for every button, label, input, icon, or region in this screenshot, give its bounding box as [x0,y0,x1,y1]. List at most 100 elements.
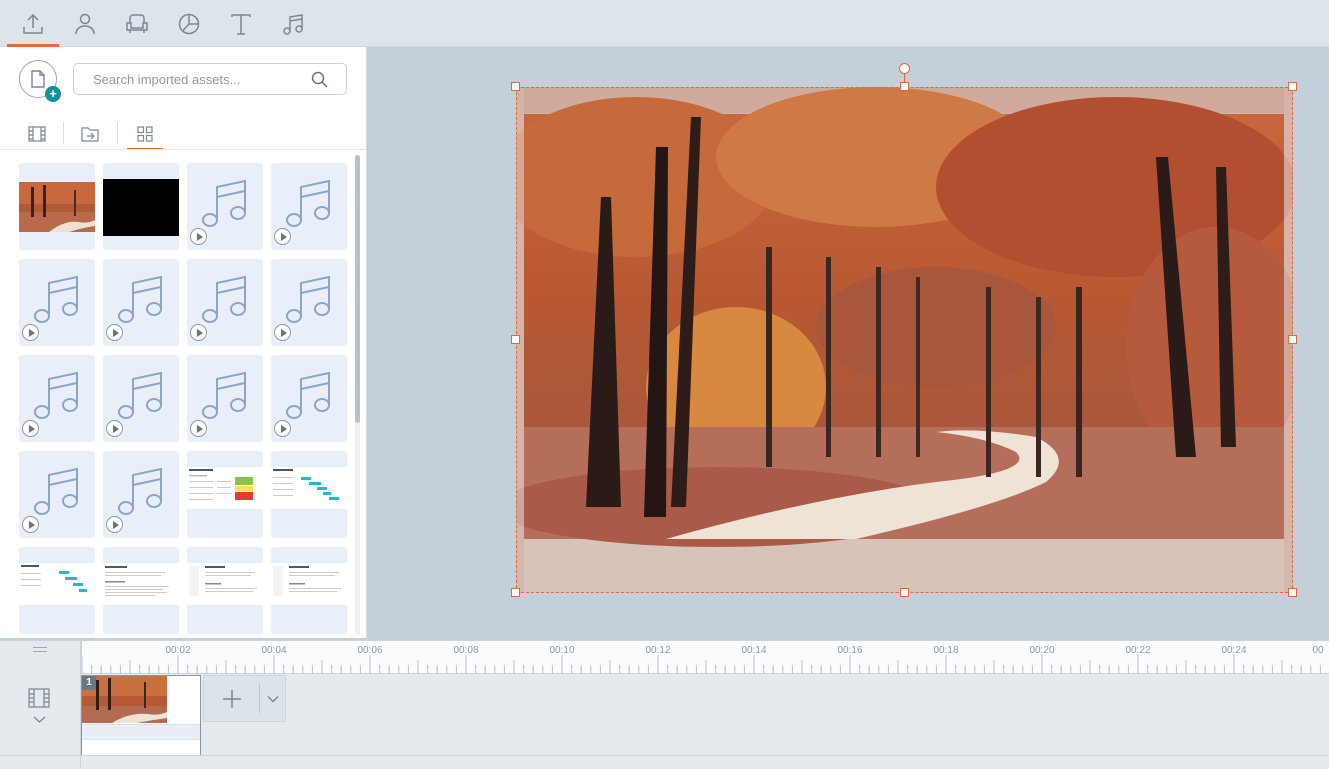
play-icon[interactable] [106,420,123,437]
forest-path-image [516,87,1293,593]
audio-tab[interactable] [267,0,319,47]
canvas-stage [367,47,1329,640]
tick-label: 00:16 [837,645,863,656]
search-input[interactable] [74,64,304,94]
asset-document-text[interactable] [103,547,179,634]
film-strip-view-tab[interactable] [19,117,55,150]
play-icon[interactable] [274,420,291,437]
chevron-down-icon [267,695,279,702]
scene-clip[interactable]: 1 [81,675,201,756]
music-note-icon [34,371,78,419]
music-note-icon [118,275,162,323]
black-thumbnail [103,179,179,236]
divider [259,684,260,713]
asset-audio[interactable] [103,355,179,442]
asset-audio[interactable] [187,163,263,250]
resize-handle-right[interactable] [1288,335,1297,344]
tick-label: 00:22 [1125,645,1151,656]
tick-label: 00:24 [1221,645,1247,656]
divider [63,122,64,144]
asset-document-gantt[interactable] [271,451,347,538]
asset-document-gantt[interactable] [19,547,95,634]
asset-scrollbar[interactable] [355,155,360,635]
asset-audio[interactable] [187,355,263,442]
tick-label: 00 [1312,645,1324,656]
asset-black-video[interactable] [103,163,179,250]
music-note-icon [202,179,246,227]
play-icon[interactable] [22,420,39,437]
play-icon[interactable] [274,228,291,245]
divider [117,122,118,144]
asset-audio[interactable] [271,163,347,250]
scrollbar-thumb[interactable] [355,155,360,423]
document-thumbnail [187,563,263,605]
file-icon [31,70,45,88]
tick-label: 00:04 [261,645,287,656]
search-icon[interactable] [311,71,328,88]
asset-audio[interactable] [103,451,179,538]
divider [0,149,366,150]
top-toolbar [0,0,1329,47]
document-thumbnail [19,563,95,605]
timeline-resize-handle[interactable] [33,647,47,652]
asset-audio[interactable] [19,355,95,442]
play-icon[interactable] [106,516,123,533]
asset-audio[interactable] [19,451,95,538]
asset-document-text[interactable] [271,547,347,634]
tick-label: 00:18 [933,645,959,656]
asset-audio[interactable] [187,259,263,346]
play-icon[interactable] [22,324,39,341]
characters-tab[interactable] [59,0,111,47]
play-icon[interactable] [274,324,291,341]
film-strip-icon[interactable] [28,687,50,709]
selected-image-forest[interactable] [516,87,1293,593]
asset-image-forest[interactable] [19,163,95,250]
music-note-icon [283,13,303,35]
resize-handle-bottom-right[interactable] [1288,588,1297,597]
upload-tab[interactable] [7,0,59,47]
asset-audio[interactable] [271,259,347,346]
grid-view-tab[interactable] [127,117,163,150]
play-icon[interactable] [190,420,207,437]
charts-tab[interactable] [163,0,215,47]
plus-icon: + [45,86,61,102]
asset-document-text[interactable] [187,547,263,634]
play-icon[interactable] [190,324,207,341]
asset-audio[interactable] [103,259,179,346]
pie-chart-icon [178,13,200,34]
asset-document-table[interactable] [187,451,263,538]
music-note-icon [34,467,78,515]
music-note-icon [286,275,330,323]
resize-handle-top[interactable] [900,82,909,91]
rotate-handle[interactable] [899,63,910,74]
timeline-ruler[interactable]: 00:02 00:04 00:06 00:08 00:10 00:12 00:1… [81,641,1329,674]
resize-handle-left[interactable] [511,335,520,344]
play-icon[interactable] [22,516,39,533]
add-scene-button[interactable] [204,676,259,721]
timeline-gutter [0,641,81,769]
import-asset-button[interactable]: + [19,60,61,102]
add-scene-dropdown[interactable] [261,676,285,721]
music-note-icon [286,179,330,227]
resize-handle-bottom-left[interactable] [511,588,520,597]
asset-audio[interactable] [271,355,347,442]
upload-icon [23,13,43,34]
play-icon[interactable] [106,324,123,341]
folder-view-tab[interactable] [72,117,108,150]
music-note-icon [202,275,246,323]
chevron-down-icon[interactable] [33,715,46,724]
play-icon[interactable] [190,228,207,245]
add-scene-control [203,675,286,722]
props-tab[interactable] [111,0,163,47]
tick-label: 00:06 [357,645,383,656]
resize-handle-top-right[interactable] [1288,82,1297,91]
assets-panel: + [0,47,367,638]
asset-audio[interactable] [19,259,95,346]
tick-label: 00:10 [549,645,575,656]
resize-handle-top-left[interactable] [511,82,520,91]
text-tab[interactable] [215,0,267,47]
text-icon [231,13,251,35]
clip-index-badge: 1 [82,676,96,690]
music-note-icon [202,371,246,419]
resize-handle-bottom[interactable] [900,588,909,597]
